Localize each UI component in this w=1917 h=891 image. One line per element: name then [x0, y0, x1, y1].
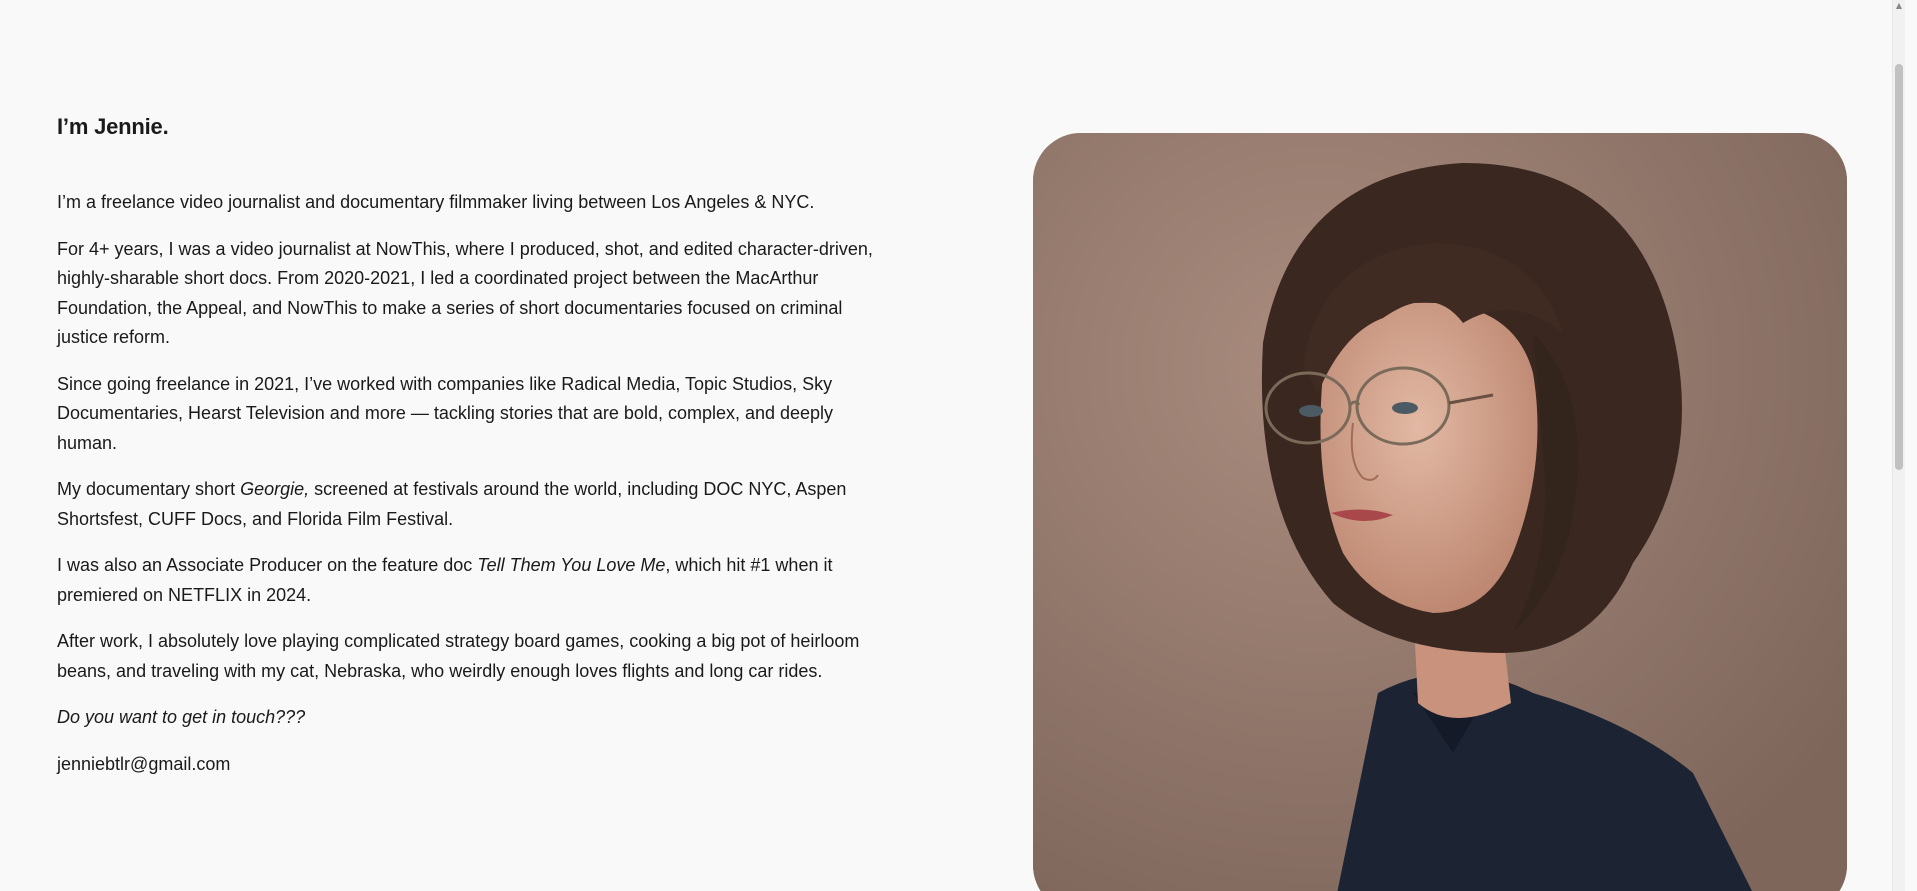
page-scrollbar[interactable]: ▲ — [1892, 0, 1905, 891]
about-text-column: I’m Jennie. I’m a freelance video journa… — [57, 108, 877, 796]
feature-doc-title: Tell Them You Love Me — [477, 555, 666, 575]
contact-prompt: Do you want to get in touch??? — [57, 703, 877, 733]
email-link[interactable]: jenniebtlr@gmail.com — [57, 750, 877, 780]
scroll-thumb[interactable] — [1895, 64, 1903, 470]
scroll-up-arrow-icon[interactable]: ▲ — [1893, 0, 1905, 12]
netflix-text-before: I was also an Associate Producer on the … — [57, 555, 478, 575]
nowthis-paragraph: For 4+ years, I was a video journalist a… — [57, 238, 873, 348]
georgie-text-before: My documentary short — [57, 479, 241, 499]
intro-paragraph: I’m a freelance video journalist and doc… — [57, 192, 815, 212]
hobbies-paragraph: After work, I absolutely love playing co… — [57, 631, 860, 681]
georgie-title: Georgie, — [240, 479, 310, 499]
freelance-paragraph: Since going freelance in 2021, I’ve work… — [57, 373, 834, 453]
page-title: I’m Jennie. — [57, 114, 169, 139]
contact-prompt-text: Do you want to get in touch??? — [57, 707, 306, 727]
georgie-paragraph: My documentary short Georgie, screened a… — [57, 475, 877, 534]
portrait-illustration — [1033, 133, 1847, 891]
portrait-photo — [1033, 133, 1847, 891]
about-page: I’m Jennie. I’m a freelance video journa… — [0, 0, 1905, 891]
netflix-paragraph: I was also an Associate Producer on the … — [57, 551, 877, 610]
